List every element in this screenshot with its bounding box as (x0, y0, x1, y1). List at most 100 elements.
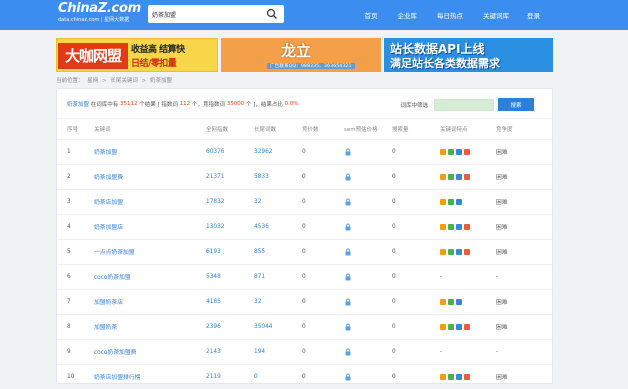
longtail-link[interactable]: 871 (254, 274, 265, 280)
feature-tag-icon[interactable] (440, 148, 446, 155)
keyword-link[interactable]: 奶茶店加盟排行榜 (94, 375, 140, 381)
filter-search-button[interactable]: 搜索 (498, 98, 534, 111)
nav-home[interactable]: 首页 (365, 10, 378, 20)
lock-icon[interactable] (344, 323, 352, 331)
feature-tag-icon[interactable] (456, 173, 462, 180)
feature-tag-icon[interactable] (456, 198, 462, 205)
results-card: 奶茶加盟 在词库中有 35112 个结果 [ 指数词 112 个，竞指数词 35… (56, 88, 554, 384)
keyword-link[interactable]: 奶茶加盟店 (94, 225, 123, 231)
feature-tag-icon[interactable] (440, 298, 446, 305)
lock-icon[interactable] (344, 273, 352, 281)
cell-features (430, 139, 486, 164)
cell-volume: 0 (392, 298, 396, 305)
index-link[interactable]: 2119 (206, 374, 221, 380)
nav-daily-hot[interactable]: 每日热点 (437, 10, 463, 20)
feature-tag-icon[interactable] (456, 373, 462, 380)
lock-icon[interactable] (344, 248, 352, 256)
feature-tag-icon[interactable] (440, 173, 446, 180)
ad-banner-2[interactable]: 龙立 广告联系QQ：988335、363654321 (221, 38, 381, 72)
feature-tag-icon[interactable] (448, 198, 454, 205)
search-icon[interactable] (266, 8, 278, 20)
filter-input[interactable] (434, 98, 494, 111)
lock-icon[interactable] (344, 298, 352, 306)
keyword-link[interactable]: 加盟奶茶 (94, 325, 117, 331)
lock-icon[interactable] (344, 173, 352, 181)
longtail-link[interactable]: 5833 (254, 174, 269, 180)
longtail-link[interactable]: 32962 (254, 149, 272, 155)
summary-total: 35112 (120, 100, 138, 107)
longtail-link[interactable]: 35044 (254, 324, 272, 330)
feature-tag-icon[interactable] (448, 223, 454, 230)
feature-tag-icon[interactable] (464, 223, 470, 230)
feature-tag-icon[interactable] (448, 248, 454, 255)
index-link[interactable]: 6193 (206, 249, 221, 255)
feature-tag-icon[interactable] (440, 198, 446, 205)
lock-icon[interactable] (344, 223, 352, 231)
keyword-table: 序号 关键词 全网指数 长尾词数 竞价数 sem预估价格 搜索量 关键词特点 竞… (57, 119, 554, 389)
feature-tag-icon[interactable] (464, 323, 470, 330)
index-link[interactable]: 17832 (206, 199, 224, 205)
lock-icon[interactable] (344, 148, 352, 156)
search-input[interactable] (148, 6, 262, 22)
feature-tag-icon[interactable] (464, 373, 470, 380)
feature-tag-icon[interactable] (456, 148, 462, 155)
feature-tag-icon[interactable] (440, 223, 446, 230)
cell-longtail: 0 (244, 364, 292, 389)
keyword-link[interactable]: 奶茶店加盟 (94, 200, 123, 206)
feature-tag-icon[interactable] (448, 323, 454, 330)
cell-competition: 困难 (496, 150, 508, 156)
crumb-longtail[interactable]: 长尾关键词 (110, 78, 138, 84)
keyword-link[interactable]: 一点点奶茶加盟 (94, 250, 135, 256)
keyword-link[interactable]: coco奶茶加盟 (94, 275, 131, 281)
col-longtail[interactable]: 长尾词数 (244, 119, 292, 139)
summary-keyword[interactable]: 奶茶加盟 (67, 100, 89, 108)
col-volume[interactable]: 搜索量 (382, 119, 430, 139)
ad-banner-3[interactable]: 站长数据API上线 满足站长各类数据需求 (384, 38, 553, 72)
feature-tag-icon[interactable] (456, 298, 462, 305)
feature-tag-icon[interactable] (440, 323, 446, 330)
index-link[interactable]: 5348 (206, 274, 221, 280)
crumb-home[interactable]: 星网 (87, 78, 98, 84)
feature-tag-icon[interactable] (456, 323, 462, 330)
index-link[interactable]: 60376 (206, 149, 224, 155)
feature-tag-icon[interactable] (448, 173, 454, 180)
longtail-link[interactable]: 32 (254, 299, 261, 305)
keyword-link[interactable]: coco奶茶加盟费 (94, 350, 136, 356)
lock-icon[interactable] (344, 348, 352, 356)
longtail-link[interactable]: 32 (254, 199, 261, 205)
feature-tags (440, 248, 486, 255)
lock-icon[interactable] (344, 198, 352, 206)
feature-tag-icon[interactable] (448, 373, 454, 380)
cell-index: 60376 (196, 139, 244, 164)
index-link[interactable]: 21371 (206, 174, 224, 180)
col-sem[interactable]: sem预估价格 (334, 119, 382, 139)
feature-tag-icon[interactable] (464, 248, 470, 255)
index-link[interactable]: 2396 (206, 324, 221, 330)
feature-tag-icon[interactable] (456, 248, 462, 255)
ad-banner-1[interactable]: 大咖网盟 收益高 结算快 日结/零扣量 (56, 38, 218, 72)
keyword-link[interactable]: 奶茶加盟 (94, 150, 117, 156)
nav-keyword-lib[interactable]: 关键词库 (483, 10, 509, 20)
col-index[interactable]: 全网指数 (196, 119, 244, 139)
longtail-link[interactable]: 194 (254, 349, 265, 355)
longtail-link[interactable]: 855 (254, 249, 265, 255)
longtail-link[interactable]: 4536 (254, 224, 269, 230)
nav-company[interactable]: 企业库 (398, 10, 418, 20)
index-link[interactable]: 2143 (206, 349, 221, 355)
feature-tag-icon[interactable] (464, 148, 470, 155)
feature-tag-icon[interactable] (464, 173, 470, 180)
index-link[interactable]: 4185 (206, 299, 221, 305)
keyword-link[interactable]: 加盟奶茶店 (94, 300, 123, 306)
col-bid[interactable]: 竞价数 (292, 119, 334, 139)
feature-tag-icon[interactable] (456, 223, 462, 230)
keyword-link[interactable]: 奶茶加盟费 (94, 175, 123, 181)
nav-login[interactable]: 登录 (527, 10, 540, 20)
site-logo[interactable]: ChinaZ.com data.chinaz.com | 星网大数据 (58, 2, 141, 24)
longtail-link[interactable]: 0 (254, 374, 258, 380)
index-link[interactable]: 13032 (206, 224, 224, 230)
feature-tag-icon[interactable] (440, 373, 446, 380)
feature-tag-icon[interactable] (448, 148, 454, 155)
feature-tag-icon[interactable] (440, 248, 446, 255)
feature-tag-icon[interactable] (448, 298, 454, 305)
lock-icon[interactable] (344, 373, 352, 381)
